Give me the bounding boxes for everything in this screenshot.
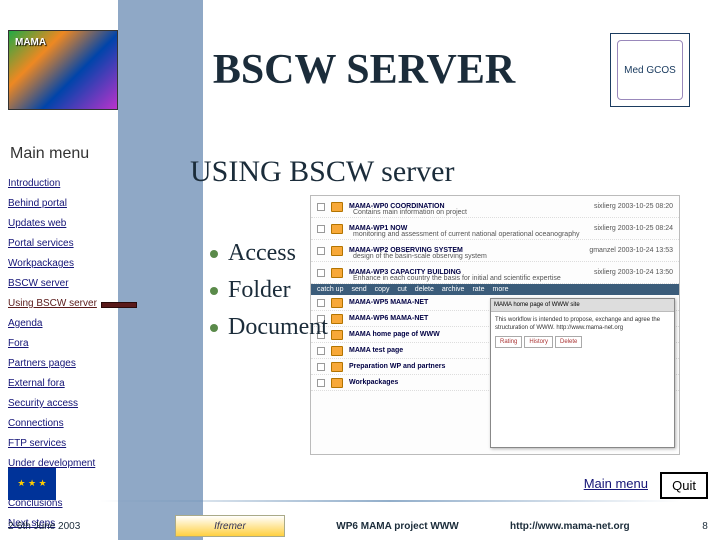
- folder-icon: [331, 378, 343, 388]
- checkbox[interactable]: [317, 379, 325, 387]
- screenshot-toolbar: catch upsendcopycutdeletearchiveratemore: [311, 284, 679, 295]
- nav-item-introduction[interactable]: Introduction: [8, 175, 158, 193]
- folder-icon: [331, 298, 343, 308]
- nav-item-agenda[interactable]: Agenda: [8, 315, 158, 333]
- folder-row[interactable]: MAMA-WP1 NOWsixlierg 2003-10-25 08:24mon…: [311, 218, 679, 240]
- footer-url: http://www.mama-net.org: [510, 521, 690, 532]
- nav-item-behind-portal[interactable]: Behind portal: [8, 195, 158, 213]
- nav-item-bscw-server[interactable]: BSCW server: [8, 275, 158, 293]
- detail-popup: MAMA home page of WWW site This workflow …: [490, 298, 675, 448]
- nav-item-ftp-services[interactable]: FTP services: [8, 435, 158, 453]
- folder-icon: [331, 346, 343, 356]
- folder-icon: [331, 330, 343, 340]
- tag-delete[interactable]: Delete: [555, 336, 582, 348]
- nav-item-using-bscw-server[interactable]: Using BSCW server: [8, 295, 97, 313]
- footer-page: 8: [690, 521, 720, 532]
- tag-rating[interactable]: Rating: [495, 336, 522, 348]
- folder-row[interactable]: MAMA-WP2 OBSERVING SYSTEMgmanzel 2003-10…: [311, 240, 679, 262]
- menu-heading: Main menu: [10, 145, 89, 163]
- main-menu-link[interactable]: Main menu: [584, 476, 648, 491]
- header: BSCW SERVER Med GCOS: [0, 20, 720, 120]
- folder-icon: [331, 268, 343, 278]
- nav-item-portal-services[interactable]: Portal services: [8, 235, 158, 253]
- medgcos-logo: Med GCOS: [610, 33, 690, 107]
- checkbox[interactable]: [317, 225, 325, 233]
- slide-title: BSCW SERVER: [118, 46, 610, 94]
- mama-logo: [8, 30, 118, 110]
- toolbar-rate[interactable]: rate: [472, 286, 484, 293]
- eu-flag-icon: [8, 468, 56, 500]
- toolbar-more[interactable]: more: [493, 286, 509, 293]
- toolbar-cut[interactable]: cut: [397, 286, 406, 293]
- nav-item-fora[interactable]: Fora: [8, 335, 158, 353]
- bullet-access: Access: [210, 240, 328, 267]
- popup-title: MAMA home page of WWW site: [491, 299, 674, 312]
- nav-item-updates-web[interactable]: Updates web: [8, 215, 158, 233]
- tag-history[interactable]: History: [524, 336, 553, 348]
- divider: [100, 500, 680, 502]
- quit-button[interactable]: Quit: [660, 472, 708, 499]
- folder-row[interactable]: MAMA-WP3 CAPACITY BUILDINGsixlierg 2003-…: [311, 262, 679, 284]
- ifremer-logo: Ifremer: [175, 515, 285, 537]
- bscw-screenshot: MAMA-WP0 COORDINATIONsixlierg 2003-10-25…: [310, 195, 680, 455]
- folder-row[interactable]: MAMA-WP0 COORDINATIONsixlierg 2003-10-25…: [311, 196, 679, 218]
- subtitle: USING BSCW server: [190, 155, 454, 189]
- footer-date: 2-6th June 2003: [0, 521, 175, 532]
- toolbar-delete[interactable]: delete: [415, 286, 434, 293]
- popup-desc: This workflow is intended to propose, ex…: [495, 316, 670, 333]
- footer-project: WP6 MAMA project WWW: [285, 521, 510, 532]
- nav-item-connections[interactable]: Connections: [8, 415, 158, 433]
- footer: 2-6th June 2003 Ifremer WP6 MAMA project…: [0, 512, 720, 540]
- active-marker-icon: [101, 302, 137, 308]
- folder-icon: [331, 224, 343, 234]
- toolbar-copy[interactable]: copy: [375, 286, 390, 293]
- nav-item-external-fora[interactable]: External fora: [8, 375, 158, 393]
- checkbox[interactable]: [317, 203, 325, 211]
- folder-icon: [331, 202, 343, 212]
- folder-icon: [331, 362, 343, 372]
- folder-icon: [331, 314, 343, 324]
- toolbar-send[interactable]: send: [351, 286, 366, 293]
- folder-icon: [331, 246, 343, 256]
- checkbox[interactable]: [317, 363, 325, 371]
- nav-item-partners-pages[interactable]: Partners pages: [8, 355, 158, 373]
- bullet-folder: Folder: [210, 277, 328, 304]
- nav-item-workpackages[interactable]: Workpackages: [8, 255, 158, 273]
- bullet-list: Access Folder Document: [210, 240, 328, 351]
- bullet-document: Document: [210, 314, 328, 341]
- toolbar-archive[interactable]: archive: [442, 286, 465, 293]
- nav-item-security-access[interactable]: Security access: [8, 395, 158, 413]
